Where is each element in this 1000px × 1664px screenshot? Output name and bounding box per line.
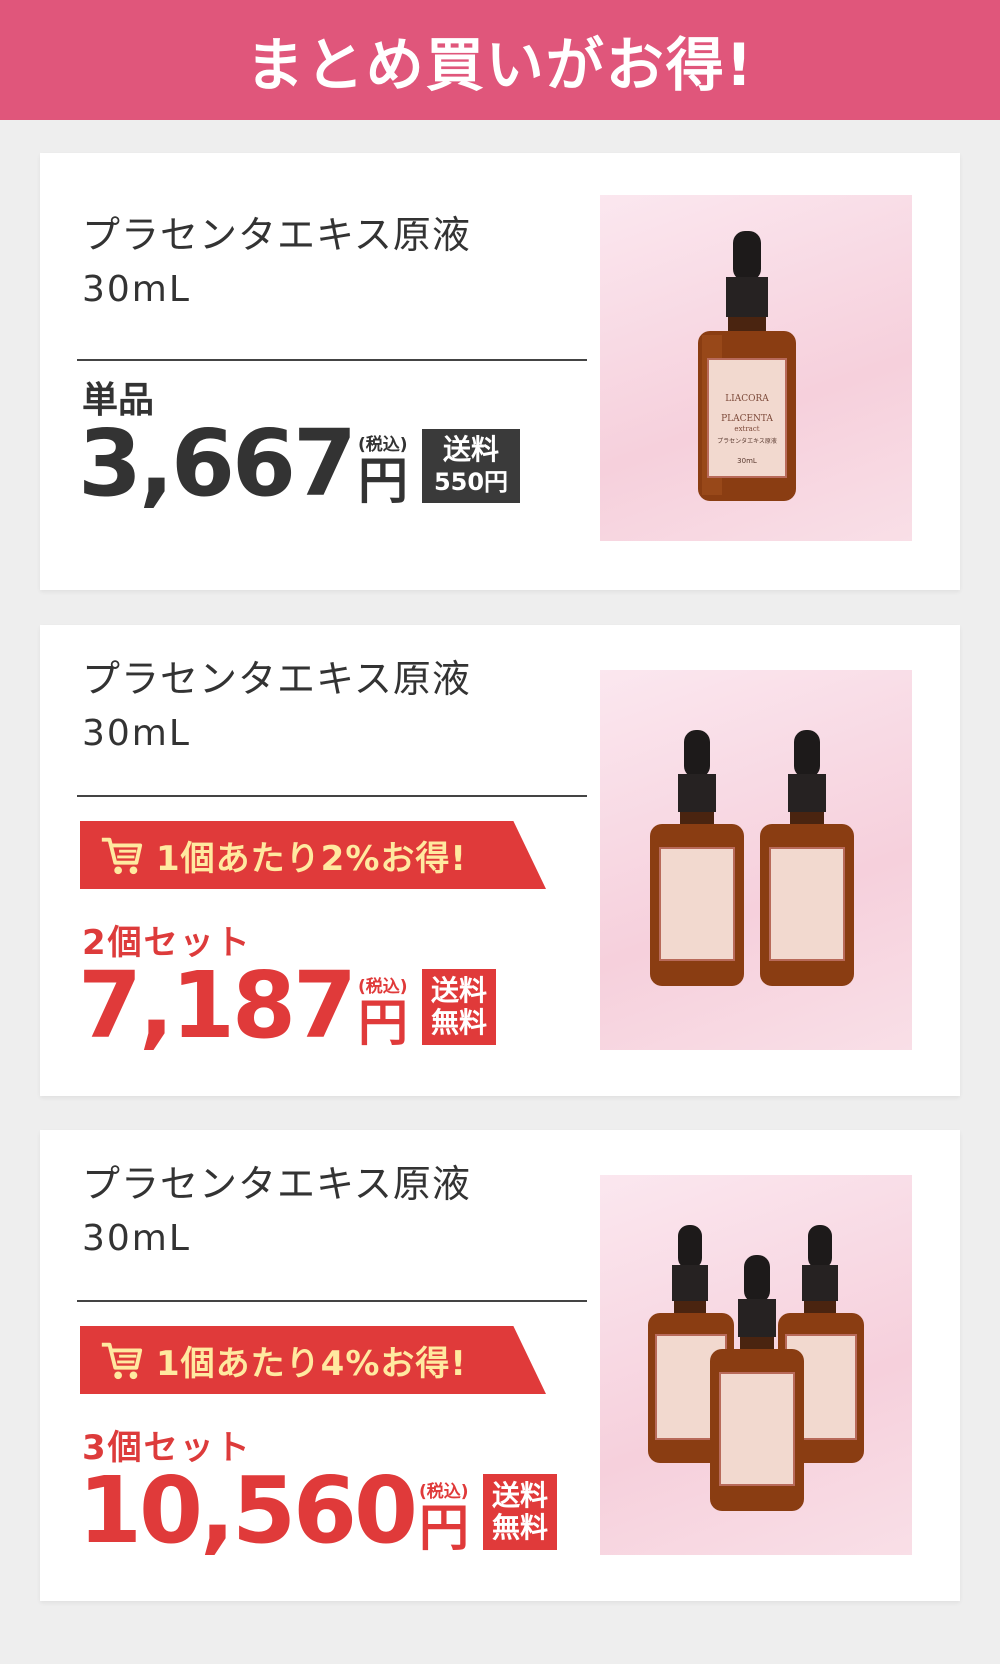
label-sub: extract (734, 425, 759, 433)
bottles-illustration (650, 730, 854, 986)
bottle (650, 730, 744, 986)
price-row: 10,560 (税込) 円 送料 無料 (78, 1457, 558, 1564)
shipping-label: 送料 (431, 974, 488, 1007)
product-card-3set[interactable]: プラセンタエキス原液 30mL 1個あたり4%お得! 3個セット 10,560 … (40, 1130, 960, 1601)
shipping-badge: 送料 無料 (422, 969, 497, 1045)
page-title: まとめ買いがお得! (245, 31, 755, 99)
shopping-cart-icon (101, 1342, 143, 1380)
discount-ribbon: 1個あたり2%お得! (80, 821, 546, 889)
label-product: PLACENTA (721, 414, 773, 424)
shipping-label: 送料 (443, 433, 500, 466)
price-value: 7,187 (78, 952, 357, 1059)
label-jp: プラセンタエキス原液 (717, 437, 777, 445)
product-volume: 30mL (82, 1218, 191, 1259)
shipping-label: 送料 (492, 1479, 549, 1512)
product-card-single[interactable]: プラセンタエキス原液 30mL 単品 3,667 (税込) 円 送料 550円 … (40, 153, 960, 590)
product-volume: 30mL (82, 713, 191, 754)
discount-text: 1個あたり2%お得! (156, 838, 467, 879)
page-header: まとめ買いがお得! (0, 0, 1000, 120)
discount-ribbon: 1個あたり4%お得! (80, 1326, 546, 1394)
bottle (760, 730, 854, 986)
shipping-fee: 無料 (431, 1006, 488, 1039)
product-name: プラセンタエキス原液 (82, 1162, 471, 1206)
product-photo: LIACORA PLACENTA extract プラセンタエキス原液 30mL (600, 195, 912, 541)
product-name: プラセンタエキス原液 (82, 657, 471, 701)
price-row: 3,667 (税込) 円 送料 550円 (78, 410, 521, 517)
shipping-badge: 送料 無料 (483, 1474, 558, 1550)
price-value: 3,667 (78, 410, 357, 517)
price-row: 7,187 (税込) 円 送料 無料 (78, 952, 497, 1059)
divider (77, 795, 587, 797)
shipping-fee: 無料 (492, 1511, 549, 1544)
discount-text: 1個あたり4%お得! (156, 1343, 467, 1384)
shipping-fee: 550円 (433, 468, 509, 496)
label-brand: LIACORA (725, 394, 769, 404)
product-card-2set[interactable]: プラセンタエキス原液 30mL 1個あたり2%お得! 2個セット 7,187 (… (40, 625, 960, 1096)
bottle: LIACORA PLACENTA extract プラセンタエキス原液 30mL (698, 231, 796, 501)
yen-unit: 円 (358, 994, 409, 1052)
bottle-illustration: LIACORA PLACENTA extract プラセンタエキス原液 30mL (698, 231, 796, 501)
divider (77, 1300, 587, 1302)
price-value: 10,560 (78, 1457, 418, 1564)
product-photo (600, 670, 912, 1050)
yen-unit: 円 (419, 1499, 470, 1557)
product-name: プラセンタエキス原液 (82, 213, 471, 257)
yen-unit: 円 (358, 452, 409, 510)
product-volume: 30mL (82, 269, 191, 310)
divider (77, 359, 587, 361)
shopping-cart-icon (101, 837, 143, 875)
product-photo (600, 1175, 912, 1555)
bottles-illustration (648, 1225, 864, 1511)
shipping-badge: 送料 550円 (422, 429, 521, 503)
label-vol: 30mL (737, 457, 757, 465)
bottle (710, 1255, 804, 1511)
